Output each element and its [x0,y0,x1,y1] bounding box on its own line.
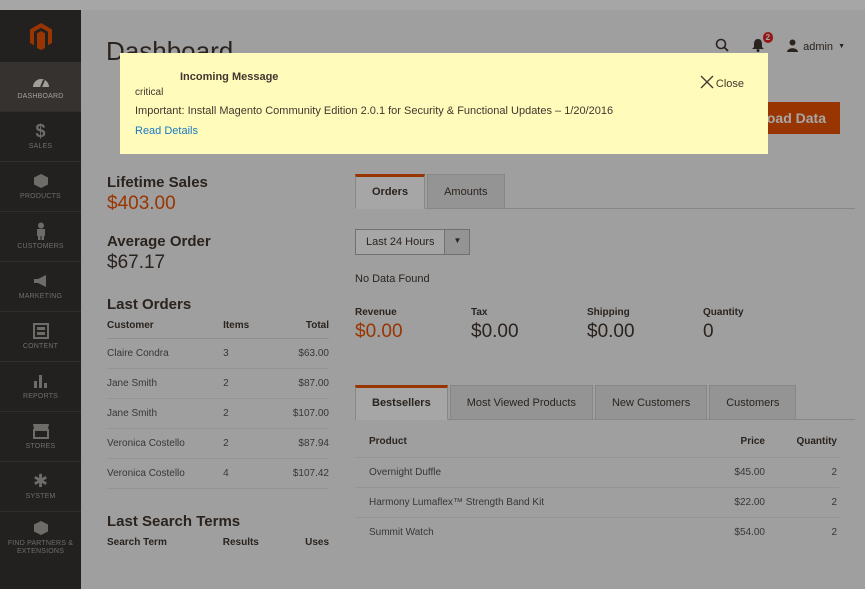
close-icon [700,75,714,92]
close-button[interactable]: Close [700,75,744,92]
message-severity: critical [135,87,164,98]
incoming-message-modal: Incoming Message critical Important: Ins… [120,53,768,154]
read-details-link[interactable]: Read Details [135,125,198,137]
close-label: Close [715,77,744,90]
message-text: Important: Install Magento Community Edi… [135,105,614,117]
modal-title: Incoming Message [180,71,279,83]
